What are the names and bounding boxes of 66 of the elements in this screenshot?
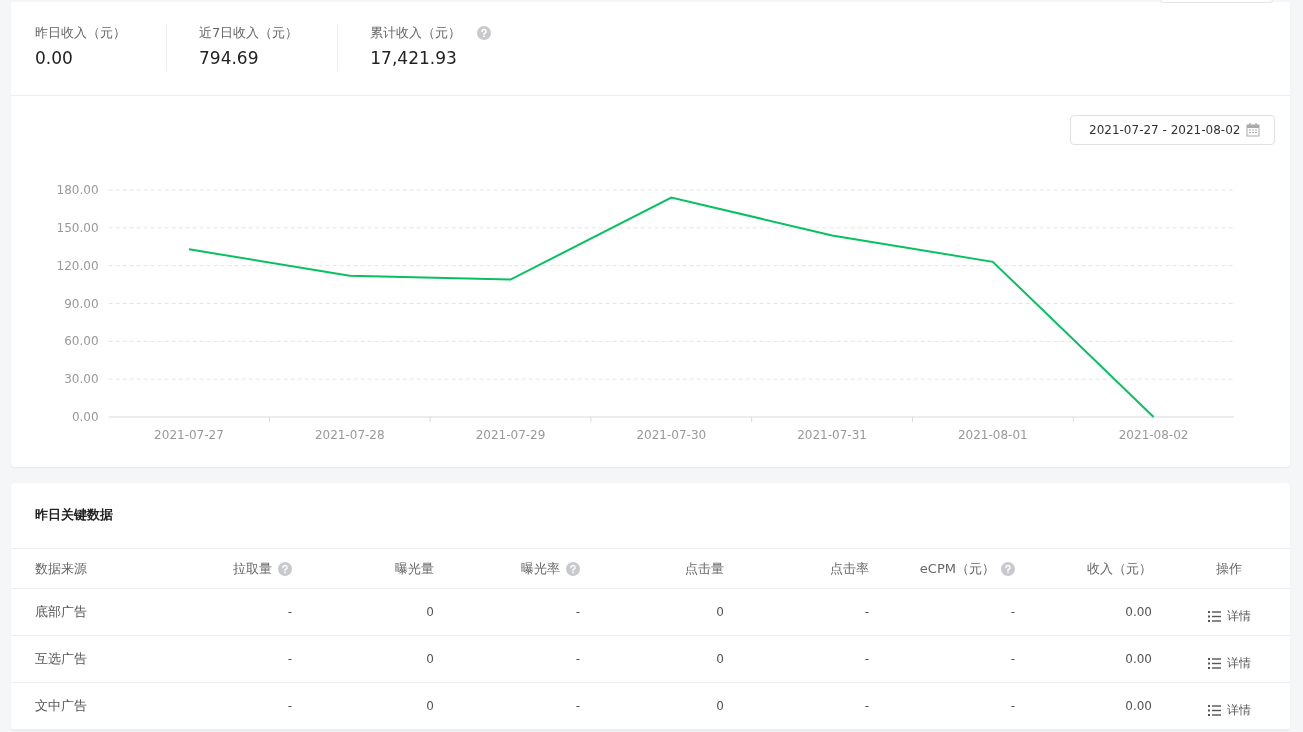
column-header: 数据来源 <box>35 559 87 578</box>
table-cell: 互选广告 <box>35 650 87 668</box>
column-header: 拉取量 <box>233 559 272 578</box>
column-header: 点击率 <box>830 559 869 578</box>
y-axis-label: 120.00 <box>56 258 99 273</box>
stat-value: 17,421.93 <box>370 48 458 68</box>
table-cell: - <box>287 699 292 713</box>
table-cell: 文中广告 <box>35 697 87 715</box>
table-cell: - <box>864 605 869 619</box>
y-axis-label: 150.00 <box>56 220 99 235</box>
help-icon[interactable] <box>278 561 292 576</box>
x-axis-label: 2021-07-30 <box>636 428 707 442</box>
table-cell: 0.00 <box>1125 699 1152 713</box>
x-axis-label: 2021-07-27 <box>154 428 224 442</box>
table-cell: - <box>287 652 292 666</box>
x-axis-label: 2021-07-29 <box>475 428 546 442</box>
table-cell: - <box>1010 699 1015 713</box>
table-cell: - <box>575 652 580 666</box>
stat-label: 昨日收入（元） <box>35 24 126 42</box>
column-header: 操作 <box>1216 559 1242 578</box>
column-header: 点击量 <box>685 559 724 578</box>
x-axis-label: 2021-07-28 <box>314 428 385 442</box>
detail-link[interactable]: 详情 <box>1207 701 1251 719</box>
table-cell: - <box>864 652 869 666</box>
table-cell: 0 <box>426 699 434 713</box>
column-header: eCPM（元） <box>919 559 995 578</box>
x-axis-label: 2021-08-02 <box>1118 428 1189 442</box>
list-icon <box>1207 657 1221 669</box>
section-title: 昨日关键数据 <box>11 483 1290 549</box>
detail-link[interactable]: 详情 <box>1207 654 1251 672</box>
stat-value: 0.00 <box>35 48 74 68</box>
x-axis-label: 2021-08-01 <box>957 428 1028 442</box>
table-cell: - <box>575 699 580 713</box>
table-cell: 0 <box>716 605 724 619</box>
table-cell: - <box>575 605 580 619</box>
table-cell: 0 <box>426 652 434 666</box>
table-cell: 0.00 <box>1125 605 1152 619</box>
list-icon <box>1207 610 1221 622</box>
table-cell: - <box>864 699 869 713</box>
table-cell: 0 <box>716 652 724 666</box>
help-icon[interactable] <box>566 561 580 576</box>
y-axis-label: 90.00 <box>64 296 99 311</box>
y-axis-label: 60.00 <box>64 334 99 349</box>
column-header: 曝光量 <box>395 559 434 578</box>
x-axis-label: 2021-07-31 <box>797 428 867 442</box>
column-header: 收入（元） <box>1087 559 1152 578</box>
column-header: 曝光率 <box>521 559 560 578</box>
table-cell: 0 <box>716 699 724 713</box>
table-cell: 0.00 <box>1125 652 1152 666</box>
stat-label: 累计收入（元） <box>370 24 462 42</box>
y-axis-label: 0.00 <box>71 410 99 424</box>
calendar-icon <box>1246 123 1261 137</box>
list-icon <box>1207 704 1221 716</box>
table-cell: - <box>287 605 292 619</box>
stat-label: 近7日收入（元） <box>199 24 299 42</box>
help-icon[interactable] <box>1001 561 1015 576</box>
stat-value: 794.69 <box>199 48 260 68</box>
y-axis-label: 180.00 <box>56 183 99 197</box>
y-axis-label: 30.00 <box>64 372 99 387</box>
date-range-picker[interactable]: 2021-07-27 - 2021-08-02 <box>1070 115 1275 145</box>
table-cell: 0 <box>426 605 434 619</box>
help-icon[interactable] <box>477 26 492 40</box>
table-cell: - <box>1010 605 1015 619</box>
detail-link[interactable]: 详情 <box>1207 607 1251 625</box>
table-cell: 底部广告 <box>35 603 87 621</box>
table-cell: - <box>1010 652 1015 666</box>
